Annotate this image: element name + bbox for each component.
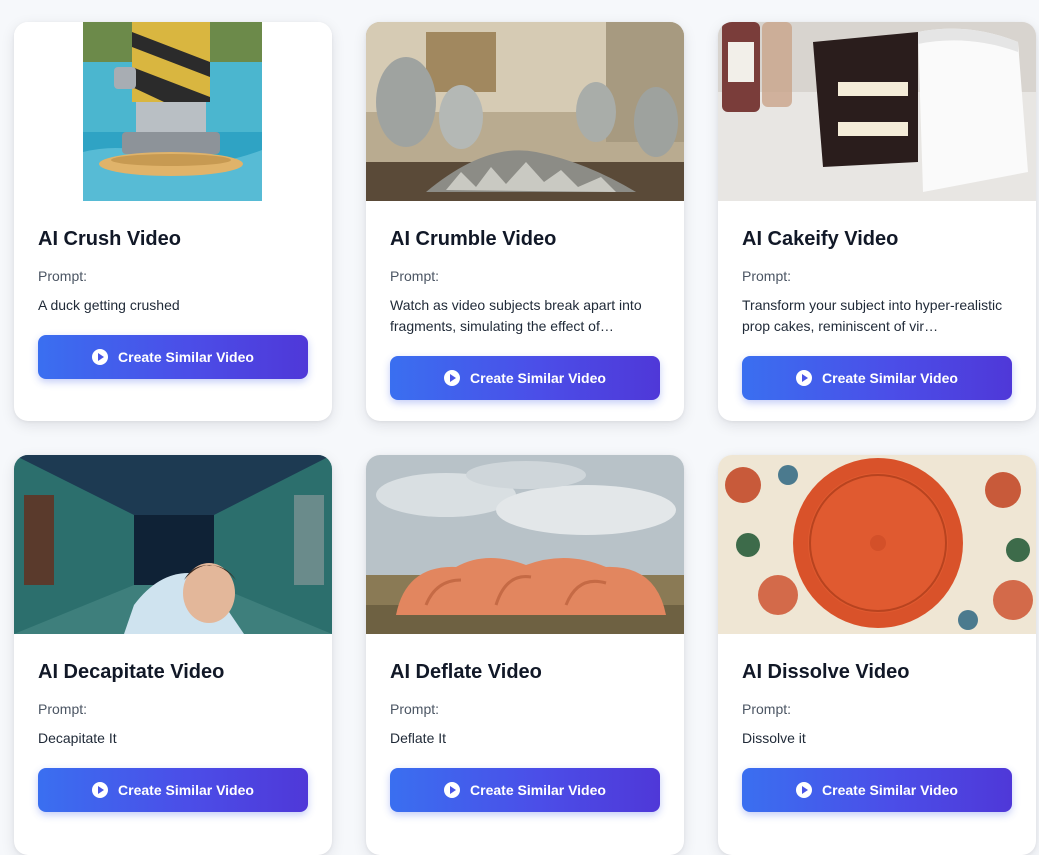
prompt-text: Dissolve it [742, 730, 806, 746]
play-circle-icon [444, 370, 461, 386]
card-title: AI Crumble Video [390, 228, 557, 250]
video-card-dissolve[interactable]: AI Dissolve Video Prompt: Dissolve it Cr… [718, 455, 1036, 855]
create-similar-video-button[interactable]: Create Similar Video [742, 768, 1012, 812]
video-card-crumble[interactable]: AI Crumble Video Prompt: Watch as video … [366, 22, 684, 421]
card-title: AI Dissolve Video [742, 661, 910, 683]
video-thumbnail-crush[interactable] [14, 22, 332, 201]
card-title: AI Deflate Video [390, 661, 542, 683]
video-card-decapitate[interactable]: AI Decapitate Video Prompt: Decapitate I… [14, 455, 332, 855]
button-label: Create Similar Video [822, 370, 958, 386]
prompt-label: Prompt: [742, 701, 792, 717]
video-thumbnail-dissolve[interactable] [718, 455, 1036, 634]
create-similar-video-button[interactable]: Create Similar Video [38, 768, 308, 812]
card-title: AI Crush Video [38, 228, 181, 250]
play-circle-icon [796, 782, 813, 798]
video-thumbnail-crumble[interactable] [366, 22, 684, 201]
video-card-crush[interactable]: AI Crush Video Prompt: A duck getting cr… [14, 22, 332, 421]
video-card-deflate[interactable]: AI Deflate Video Prompt: Deflate It Crea… [366, 455, 684, 855]
prompt-label: Prompt: [390, 701, 440, 717]
play-circle-icon [92, 349, 109, 365]
prompt-text: Decapitate It [38, 730, 117, 746]
video-thumbnail-cakeify[interactable] [718, 22, 1036, 201]
prompt-label: Prompt: [38, 701, 88, 717]
prompt-text: Watch as video subjects break apart into… [390, 297, 642, 334]
create-similar-video-button[interactable]: Create Similar Video [38, 335, 308, 379]
prompt-text: Deflate It [390, 730, 447, 746]
create-similar-video-button[interactable]: Create Similar Video [742, 356, 1012, 400]
video-card-cakeify[interactable]: AI Cakeify Video Prompt: Transform your … [718, 22, 1036, 421]
prompt-text: A duck getting crushed [38, 297, 180, 313]
prompt-label: Prompt: [742, 268, 792, 284]
play-circle-icon [444, 782, 461, 798]
card-title: AI Decapitate Video [38, 661, 225, 683]
button-label: Create Similar Video [118, 349, 254, 365]
play-circle-icon [796, 370, 813, 386]
button-label: Create Similar Video [118, 782, 254, 798]
button-label: Create Similar Video [470, 370, 606, 386]
card-title: AI Cakeify Video [742, 228, 899, 250]
prompt-text: Transform your subject into hyper-realis… [742, 297, 1003, 334]
create-similar-video-button[interactable]: Create Similar Video [390, 356, 660, 400]
prompt-label: Prompt: [38, 268, 88, 284]
button-label: Create Similar Video [470, 782, 606, 798]
prompt-label: Prompt: [390, 268, 440, 284]
create-similar-video-button[interactable]: Create Similar Video [390, 768, 660, 812]
play-circle-icon [92, 782, 109, 798]
video-template-grid: AI Crush Video Prompt: A duck getting cr… [0, 0, 1039, 855]
video-thumbnail-deflate[interactable] [366, 455, 684, 634]
button-label: Create Similar Video [822, 782, 958, 798]
video-thumbnail-decapitate[interactable] [14, 455, 332, 634]
